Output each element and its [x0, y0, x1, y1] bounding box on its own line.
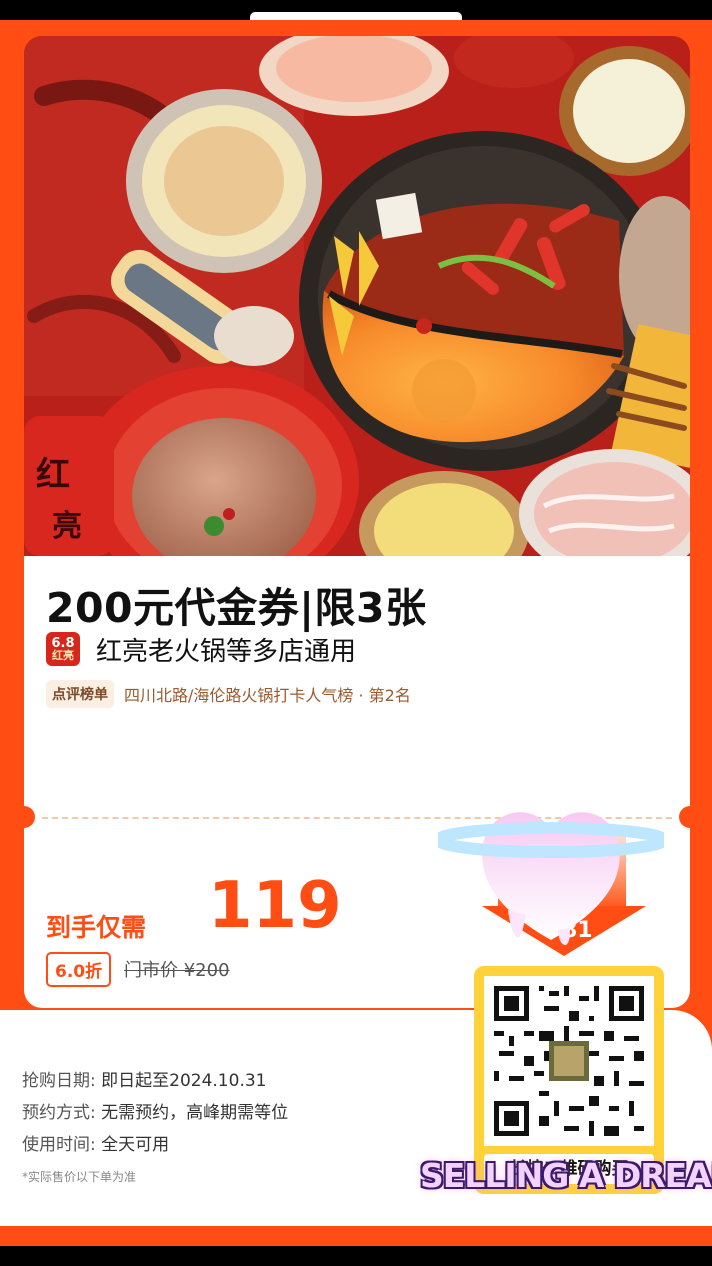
usage-time-label: 使用时间: — [22, 1135, 96, 1155]
card-notch-left — [13, 806, 35, 828]
hotpot-photo: 红 亮 — [24, 36, 690, 556]
card-notch-right — [679, 806, 701, 828]
reservation-row: 预约方式: 无需预约，高峰期需等位 — [22, 1098, 288, 1123]
heart-sticker-icon — [433, 790, 669, 950]
rank-text: 四川北路/海伦路火锅打卡人气榜 · 第2名 — [124, 686, 411, 705]
rank-tag: 点评榜单 — [46, 680, 114, 708]
svg-text:红: 红 — [36, 455, 70, 495]
discount-tag: 6.0折 — [46, 952, 112, 987]
watermark-logo: SELLING A DREAM — [420, 1156, 712, 1195]
rank-row[interactable]: 点评榜单 四川北路/海伦路火锅打卡人气榜 · 第2名 — [46, 680, 411, 708]
store-row: 6.8 红亮 红亮老火锅等多店通用 — [46, 632, 357, 667]
purchase-date-label: 抢购日期: — [22, 1071, 96, 1091]
usage-time-value: 全天可用 — [101, 1135, 170, 1155]
price-label: 到手仅需 — [46, 913, 147, 942]
bottom-bar — [0, 1246, 712, 1266]
svg-text:亮: 亮 — [52, 509, 82, 544]
reservation-label: 预约方式: — [22, 1103, 96, 1123]
price-value: 119 — [208, 869, 342, 943]
coupon-title: 200元代金券|限3张 — [46, 584, 427, 632]
store-logo-bottom: 红亮 — [52, 649, 74, 662]
purchase-date-row: 抢购日期: 即日起至2024.10.31 — [22, 1066, 266, 1091]
usage-time-row: 使用时间: 全天可用 — [22, 1130, 169, 1155]
coupon-poster-page: 红 亮 200元代金券|限3张 6.8 红亮 红亮老火锅等多店通用 点评榜单 四… — [0, 0, 712, 1266]
reservation-value: 无需预约，高峰期需等位 — [101, 1103, 289, 1123]
price-note: *实际售价以下单为准 — [22, 1170, 137, 1184]
store-logo: 6.8 红亮 — [46, 632, 80, 666]
store-name: 红亮老火锅等多店通用 — [96, 636, 357, 667]
qr-code[interactable] — [484, 976, 654, 1146]
original-price: 门市价 ¥200 — [124, 960, 230, 981]
purchase-date-value: 即日起至2024.10.31 — [101, 1071, 267, 1091]
